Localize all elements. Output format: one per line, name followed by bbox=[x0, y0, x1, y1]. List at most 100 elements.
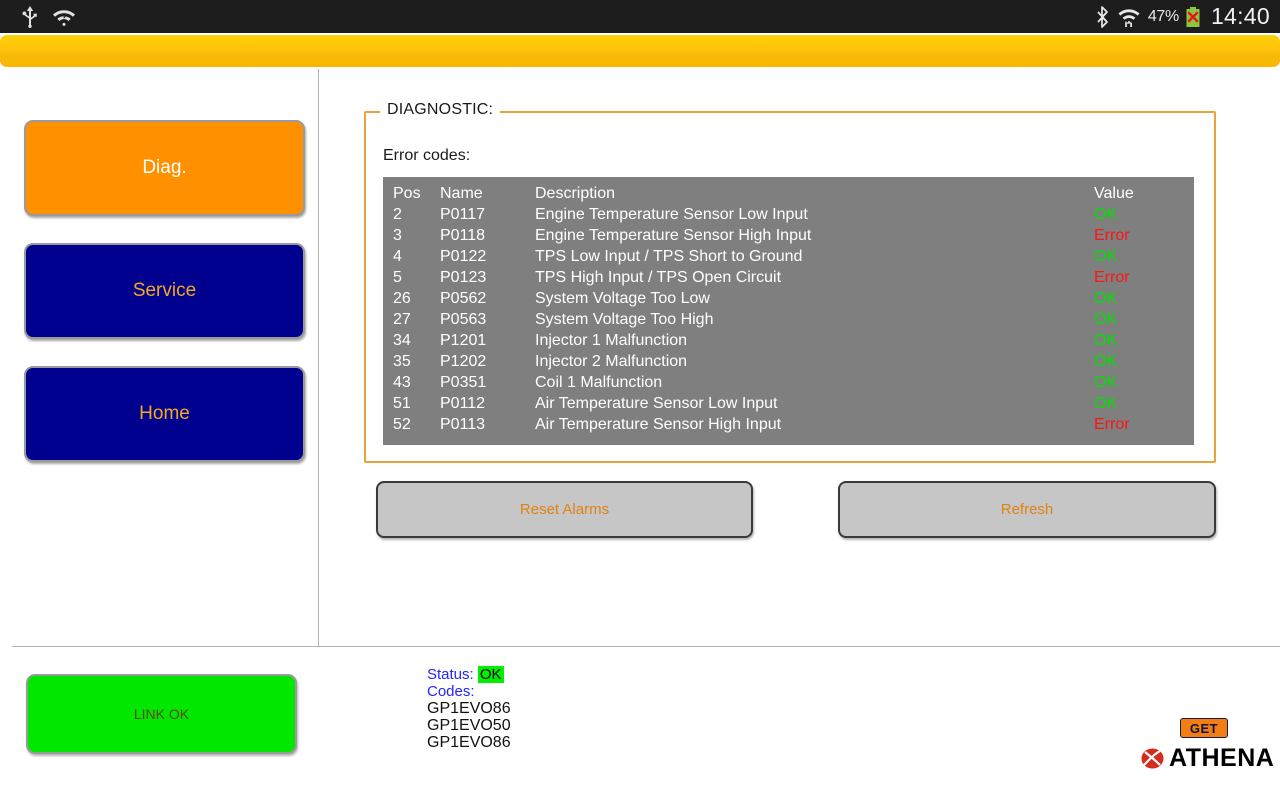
cell-name: P0563 bbox=[440, 311, 487, 328]
get-logo: GET bbox=[1180, 718, 1228, 738]
cell-name: P1202 bbox=[440, 353, 487, 370]
cell-name: P0123 bbox=[440, 269, 487, 286]
sidebar-item-label: Home bbox=[139, 403, 190, 424]
sidebar-item-label: Service bbox=[132, 280, 197, 301]
sidebar-item-label: Diag. bbox=[142, 157, 187, 178]
cell-pos: 3 bbox=[393, 227, 402, 244]
table-row[interactable]: 27 P0563 System Voltage Too High OK bbox=[383, 309, 1194, 330]
cell-value: OK bbox=[1094, 290, 1118, 307]
cell-description: Engine Temperature Sensor Low Input bbox=[535, 206, 808, 223]
cell-value: OK bbox=[1094, 374, 1118, 391]
athena-logo-label: ATHENA bbox=[1169, 744, 1275, 772]
codes-label: Codes: bbox=[427, 683, 475, 700]
cell-name: P0351 bbox=[440, 374, 487, 391]
wifi-transfer-icon bbox=[1118, 8, 1140, 27]
table-header-row: Pos Name Description Value bbox=[383, 183, 1194, 204]
battery-percent-label: 47% bbox=[1147, 7, 1179, 25]
cell-pos: 51 bbox=[393, 395, 411, 412]
connection-status-block: Status: OK Codes: GP1EVO86 GP1EVO50 GP1E… bbox=[427, 666, 511, 751]
status-badge: OK bbox=[477, 666, 504, 683]
footer-divider bbox=[12, 646, 1280, 647]
cell-description: Injector 1 Malfunction bbox=[535, 332, 688, 349]
cell-name: P0118 bbox=[440, 227, 486, 244]
column-header-pos: Pos bbox=[393, 185, 421, 202]
cell-description: Air Temperature Sensor High Input bbox=[535, 416, 782, 433]
reset-alarms-button[interactable]: Reset Alarms bbox=[376, 481, 753, 538]
cell-description: Injector 2 Malfunction bbox=[535, 353, 688, 370]
battery-error-icon bbox=[1186, 6, 1200, 27]
column-header-value: Value bbox=[1094, 185, 1134, 202]
table-row[interactable]: 3 P0118 Engine Temperature Sensor High Inp… bbox=[383, 225, 1194, 246]
cell-pos: 34 bbox=[393, 332, 411, 349]
code-item: GP1EVO86 bbox=[427, 700, 511, 717]
bluetooth-icon bbox=[1097, 5, 1108, 28]
cell-value: Error bbox=[1094, 269, 1130, 286]
status-line: Status: OK bbox=[427, 666, 511, 683]
cell-pos: 52 bbox=[393, 416, 411, 433]
cell-name: P0122 bbox=[440, 248, 487, 265]
athena-logo: ATHENA bbox=[1140, 744, 1274, 773]
app-title-bar bbox=[0, 35, 1280, 67]
cell-name: P0113 bbox=[440, 416, 486, 433]
cell-name: P1201 bbox=[440, 332, 487, 349]
cell-pos: 5 bbox=[393, 269, 402, 286]
cell-description: Engine Temperature Sensor High Input bbox=[535, 227, 812, 244]
cell-value: Error bbox=[1094, 227, 1130, 244]
reset-alarms-label: Reset Alarms bbox=[519, 501, 610, 518]
cell-pos: 4 bbox=[393, 248, 402, 265]
cell-pos: 2 bbox=[393, 206, 402, 223]
table-row[interactable]: 2 P0117 Engine Temperature Sensor Low Inpu… bbox=[383, 204, 1194, 225]
get-logo-label: GET bbox=[1189, 720, 1219, 736]
athena-mark-icon bbox=[1141, 748, 1164, 769]
link-status-button[interactable]: LINK OK bbox=[26, 674, 297, 754]
sidebar-item-diag[interactable]: Diag. bbox=[24, 120, 305, 216]
cell-pos: 27 bbox=[393, 311, 411, 328]
code-item: GP1EVO50 bbox=[427, 717, 511, 734]
cell-description: Air Temperature Sensor Low Input bbox=[535, 395, 778, 412]
cell-description: TPS Low Input / TPS Short to Ground bbox=[535, 248, 803, 265]
cell-value: OK bbox=[1094, 395, 1118, 412]
status-bar-left-icons bbox=[10, 5, 76, 28]
table-row[interactable]: 5 P0123 TPS High Input / TPS Open Circuit E… bbox=[383, 267, 1194, 288]
cell-value: OK bbox=[1094, 248, 1118, 265]
code-item: GP1EVO86 bbox=[427, 734, 511, 751]
sidebar-item-service[interactable]: Service bbox=[24, 243, 305, 339]
cell-pos: 26 bbox=[393, 290, 411, 307]
cell-description: System Voltage Too High bbox=[535, 311, 714, 328]
cell-description: System Voltage Too Low bbox=[535, 290, 710, 307]
table-row[interactable]: 51 P0112 Air Temperature Sensor Low Input O… bbox=[383, 393, 1194, 414]
status-label: Status: bbox=[427, 666, 474, 683]
diagnostic-groupbox-title: DIAGNOSTIC: bbox=[380, 101, 501, 119]
cell-description: Coil 1 Malfunction bbox=[535, 374, 663, 391]
table-row[interactable]: 34 P1201 Injector 1 Malfunction OK bbox=[383, 330, 1194, 351]
clock-label: 14:40 bbox=[1210, 3, 1270, 29]
cell-pos: 35 bbox=[393, 353, 411, 370]
cell-name: P0112 bbox=[440, 395, 486, 412]
status-bar-right-icons: 47% 14:40 bbox=[1096, 3, 1270, 30]
error-codes-table[interactable]: Pos Name Description Value 2 P0117 Engine … bbox=[383, 177, 1194, 445]
sidebar-divider bbox=[318, 69, 319, 647]
android-status-bar: 47% 14:40 bbox=[0, 0, 1280, 33]
column-header-description: Description bbox=[535, 185, 616, 202]
cell-value: OK bbox=[1094, 311, 1118, 328]
cell-value: Error bbox=[1094, 416, 1130, 433]
cell-description: TPS High Input / TPS Open Circuit bbox=[535, 269, 782, 286]
cell-value: OK bbox=[1094, 353, 1118, 370]
cell-pos: 43 bbox=[393, 374, 411, 391]
table-body: 2 P0117 Engine Temperature Sensor Low Inpu… bbox=[383, 204, 1194, 435]
column-header-name: Name bbox=[440, 185, 483, 202]
cell-value: OK bbox=[1094, 206, 1118, 223]
link-status-label: LINK OK bbox=[133, 706, 190, 722]
wifi-question-icon bbox=[53, 9, 75, 26]
table-row[interactable]: 52 P0113 Air Temperature Sensor High Input… bbox=[383, 414, 1194, 435]
table-row[interactable]: 35 P1202 Injector 2 Malfunction OK bbox=[383, 351, 1194, 372]
table-row[interactable]: 4 P0122 TPS Low Input / TPS Short to Groun… bbox=[383, 246, 1194, 267]
table-row[interactable]: 26 P0562 System Voltage Too Low OK bbox=[383, 288, 1194, 309]
table-row[interactable]: 43 P0351 Coil 1 Malfunction OK bbox=[383, 372, 1194, 393]
cell-name: P0562 bbox=[440, 290, 487, 307]
refresh-button[interactable]: Refresh bbox=[838, 481, 1216, 538]
brand-logo: GET ATHENA bbox=[1140, 718, 1274, 778]
error-codes-label: Error codes: bbox=[383, 147, 471, 164]
app-root: 47% 14:40 Diag. Service Home DIAGNOSTIC:… bbox=[0, 0, 1280, 800]
sidebar-item-home[interactable]: Home bbox=[24, 366, 305, 462]
